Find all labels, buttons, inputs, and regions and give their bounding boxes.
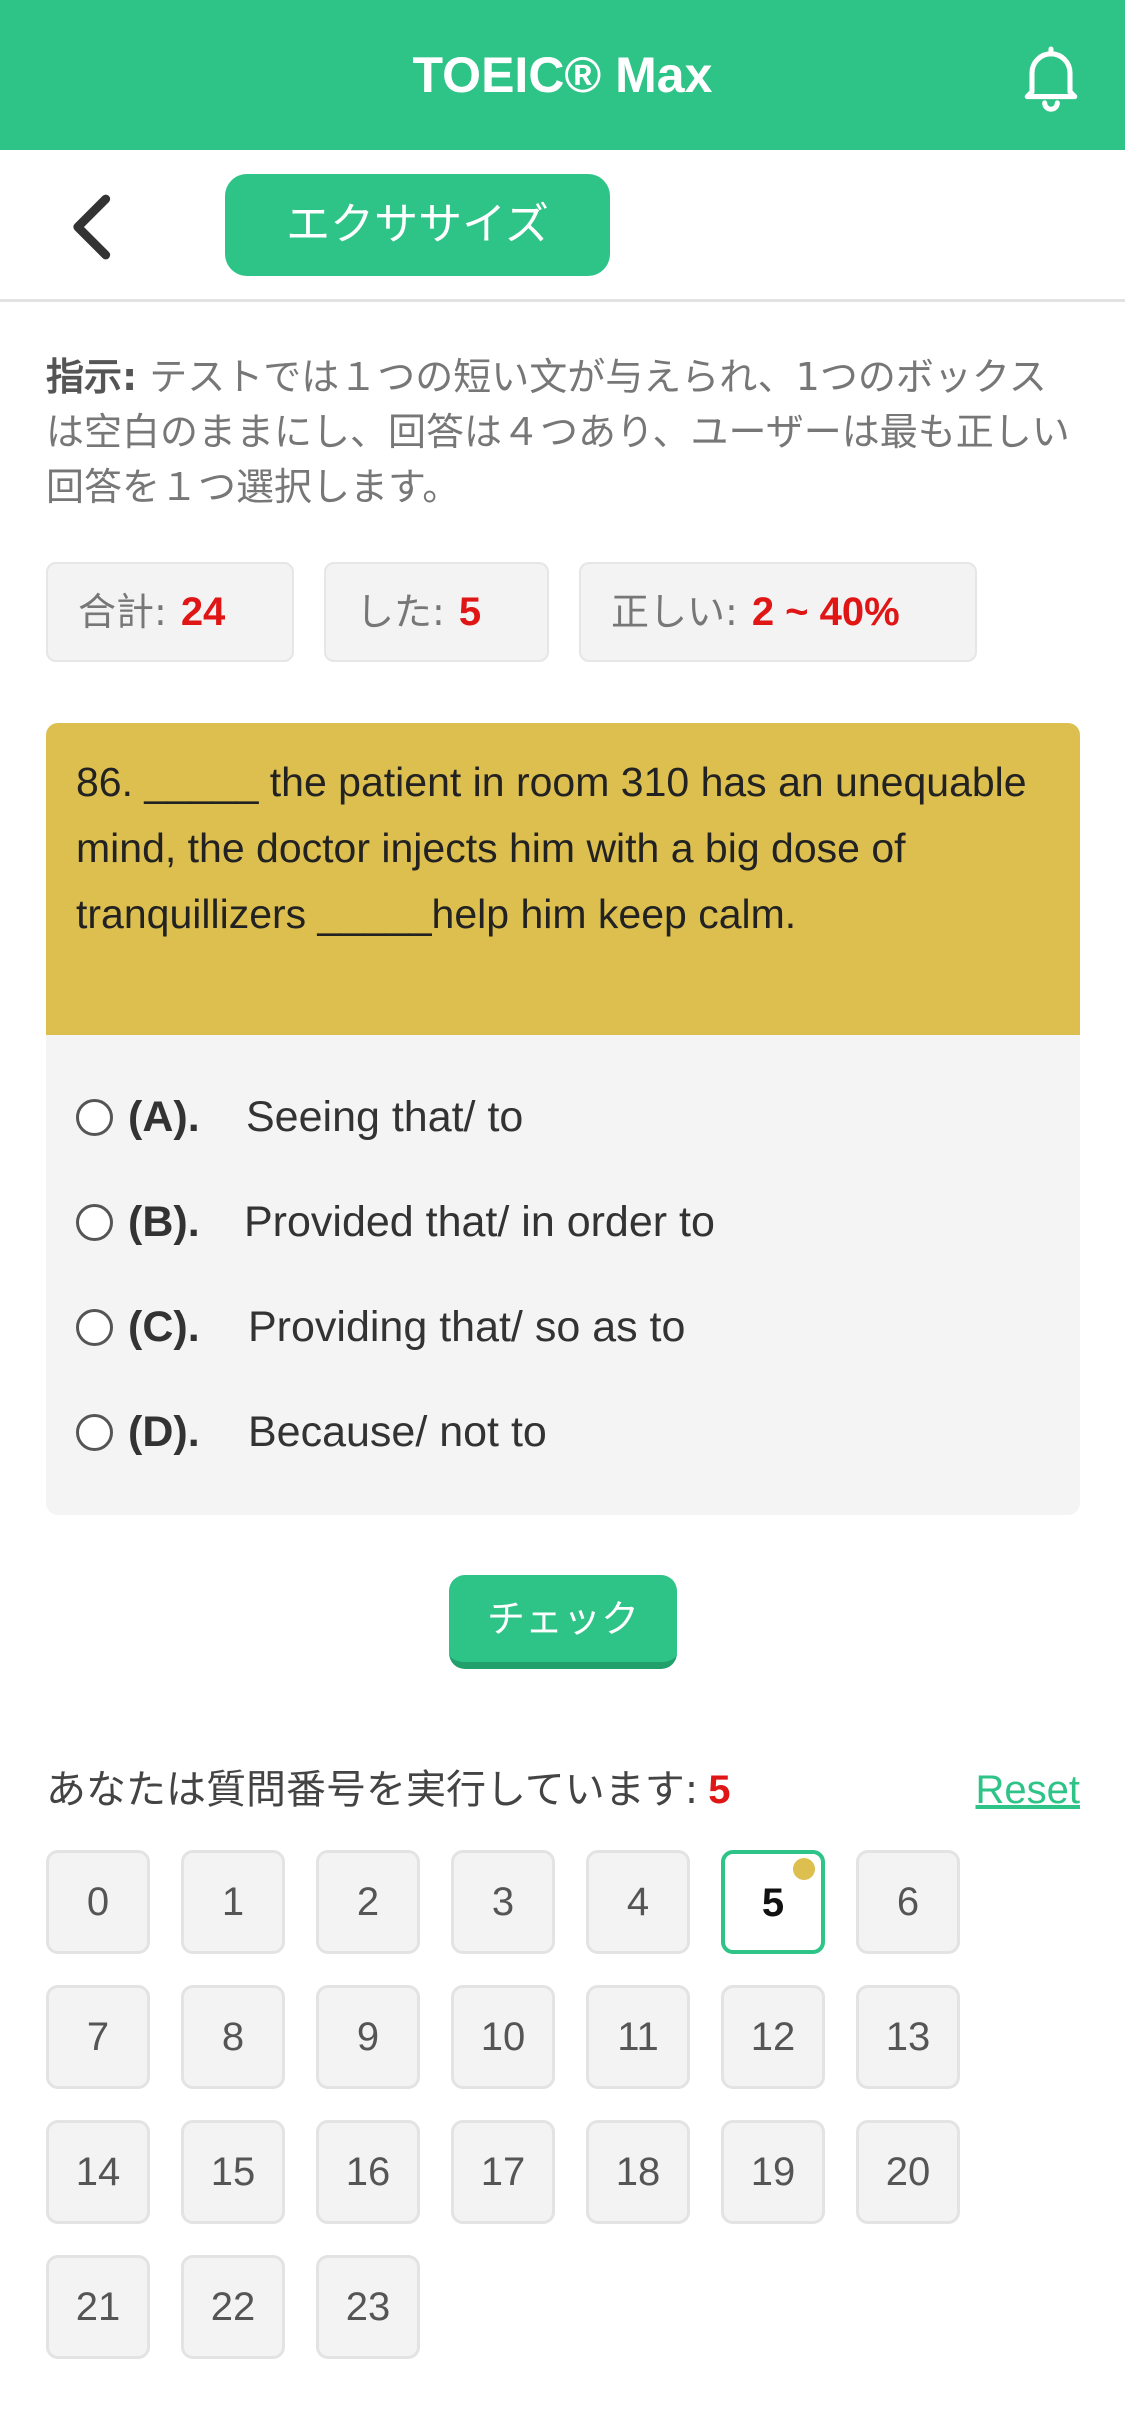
- option-text: Seeing that/ to: [246, 1093, 524, 1141]
- stat-total: 合計: 24: [46, 562, 294, 662]
- option-letter: (A).: [128, 1093, 200, 1141]
- question-number-button[interactable]: 9: [316, 1985, 420, 2089]
- instructions: 指示: テストでは１つの短い文が与えられ、1つのボックスは空白のままにし、回答は…: [46, 350, 1076, 515]
- option-d[interactable]: (D). Because/ not to: [76, 1397, 1056, 1467]
- question-text: 86. _____ the patient in room 310 has an…: [46, 723, 1080, 1035]
- app-title: TOEIC® Max: [412, 47, 713, 103]
- question-number-button[interactable]: 22: [181, 2255, 285, 2359]
- stat-total-value: 24: [180, 590, 226, 634]
- option-text: Provided that/ in order to: [244, 1198, 715, 1246]
- radio-button-icon[interactable]: [76, 1414, 113, 1451]
- question-number-button[interactable]: 16: [316, 2120, 420, 2224]
- question-number-button[interactable]: 10: [451, 1985, 555, 2089]
- exercise-button[interactable]: エクササイズ: [225, 174, 610, 276]
- question-number-button[interactable]: 7: [46, 1985, 150, 2089]
- question-number-button[interactable]: 14: [46, 2120, 150, 2224]
- stat-total-label: 合計:: [78, 590, 167, 634]
- reset-link[interactable]: Reset: [976, 1760, 1081, 1820]
- option-text: Providing that/ so as to: [248, 1303, 686, 1351]
- question-number-button-active[interactable]: 5: [721, 1850, 825, 1954]
- radio-button-icon[interactable]: [76, 1309, 113, 1346]
- question-number-button[interactable]: 0: [46, 1850, 150, 1954]
- question-number-button[interactable]: 23: [316, 2255, 420, 2359]
- question-number-button[interactable]: 8: [181, 1985, 285, 2089]
- question-number-button[interactable]: 4: [586, 1850, 690, 1954]
- question-number-button[interactable]: 17: [451, 2120, 555, 2224]
- bell-icon[interactable]: [1013, 38, 1089, 114]
- answer-options: (A). Seeing that/ to (B). Provided that/…: [46, 1035, 1080, 1515]
- stat-done-label: した:: [356, 590, 445, 634]
- question-number-button[interactable]: 2: [316, 1850, 420, 1954]
- question-number-button[interactable]: 15: [181, 2120, 285, 2224]
- question-number-label: 5: [761, 1881, 785, 1925]
- radio-button-icon[interactable]: [76, 1099, 113, 1136]
- question-number-grid: 0 1 2 3 4 5 6 7 8 9 10 11 12 13 14 15 16…: [46, 1850, 1080, 2370]
- stat-correct: 正しい: 2 ~ 40%: [579, 562, 977, 662]
- option-c[interactable]: (C). Providing that/ so as to: [76, 1292, 1056, 1362]
- stat-correct-label: 正しい:: [611, 590, 738, 634]
- stat-done-value: 5: [458, 590, 482, 634]
- progress-label: あなたは質問番号を実行しています: 5: [46, 1760, 731, 1820]
- question-number-button[interactable]: 1: [181, 1850, 285, 1954]
- question-number-button[interactable]: 11: [586, 1985, 690, 2089]
- sub-toolbar: エクササイズ: [0, 150, 1125, 302]
- question-number-button[interactable]: 12: [721, 1985, 825, 2089]
- back-arrow-icon[interactable]: [60, 192, 120, 262]
- progress-text: あなたは質問番号を実行しています:: [46, 1767, 699, 1813]
- current-question-number: 5: [708, 1768, 731, 1812]
- option-letter: (B).: [128, 1198, 200, 1246]
- check-button[interactable]: チェック: [449, 1575, 677, 1669]
- option-a[interactable]: (A). Seeing that/ to: [76, 1082, 1056, 1152]
- question-number-button[interactable]: 19: [721, 2120, 825, 2224]
- stat-correct-value: 2 ~ 40%: [751, 590, 900, 634]
- instructions-text: テストでは１つの短い文が与えられ、1つのボックスは空白のままにし、回答は４つあり…: [46, 355, 1070, 509]
- question-number-button[interactable]: 3: [451, 1850, 555, 1954]
- option-letter: (D).: [128, 1408, 200, 1456]
- question-number-button[interactable]: 13: [856, 1985, 960, 2089]
- option-text: Because/ not to: [248, 1408, 547, 1456]
- question-number-button[interactable]: 6: [856, 1850, 960, 1954]
- question-number-button[interactable]: 21: [46, 2255, 150, 2359]
- option-b[interactable]: (B). Provided that/ in order to: [76, 1187, 1056, 1257]
- radio-button-icon[interactable]: [76, 1204, 113, 1241]
- stat-done: した: 5: [324, 562, 549, 662]
- instructions-label: 指示:: [46, 355, 138, 399]
- question-number-button[interactable]: 20: [856, 2120, 960, 2224]
- app-bar: TOEIC® Max: [0, 0, 1125, 150]
- option-letter: (C).: [128, 1303, 200, 1351]
- current-marker-dot: [793, 1858, 815, 1880]
- question-number-button[interactable]: 18: [586, 2120, 690, 2224]
